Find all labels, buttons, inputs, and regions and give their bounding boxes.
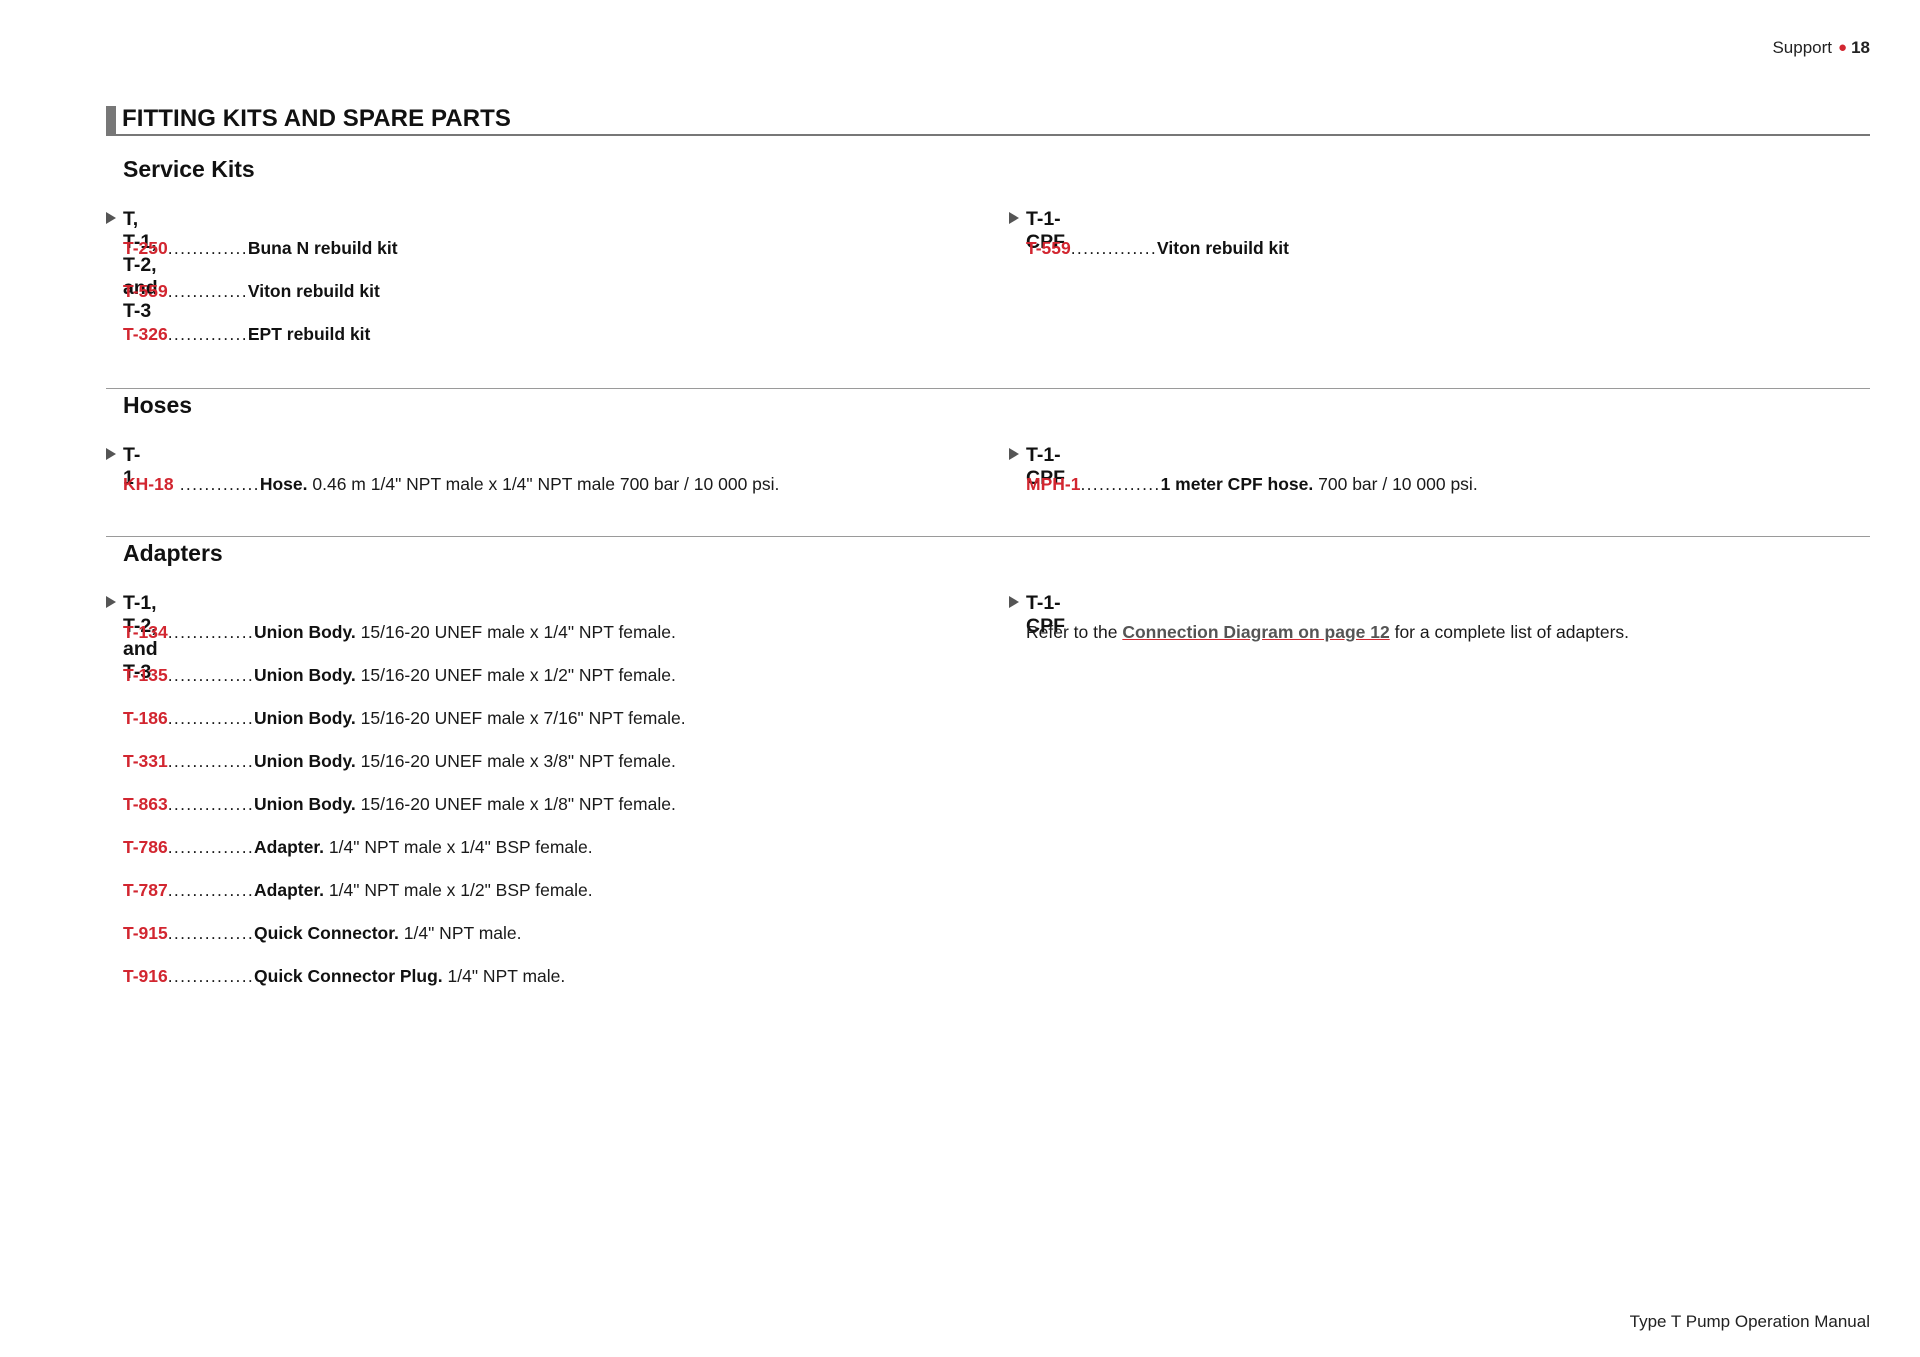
part-description: 1/4" NPT male. <box>398 923 522 943</box>
leader-dots: .............. <box>167 923 255 943</box>
part-number: MPH-1 <box>1026 474 1081 494</box>
triangle-bullet-icon <box>106 212 116 224</box>
group-heading-text: T, T-1, T-2, and T-3 <box>123 208 158 322</box>
page-title: FITTING KITS AND SPARE PARTS <box>122 105 512 132</box>
part-entry: T-863..............Union Body. 15/16-20 … <box>123 794 676 815</box>
part-number: T-186 <box>123 708 168 728</box>
part-entry: T-559.............Viton rebuild kit <box>123 281 380 302</box>
part-name: Quick Connector. <box>254 923 399 943</box>
page-heading: FITTING KITS AND SPARE PARTS <box>106 105 1870 136</box>
part-description: 700 bar / 10 000 psi. <box>1313 474 1478 494</box>
part-name: Buna N rebuild kit <box>247 238 398 258</box>
section-divider <box>106 536 1870 537</box>
leader-dots: .............. <box>167 622 255 642</box>
part-name: Viton rebuild kit <box>247 281 380 301</box>
note-suffix: for a complete list of adapters. <box>1389 622 1630 642</box>
part-entry: T-186..............Union Body. 15/16-20 … <box>123 708 686 729</box>
part-description: 0.46 m 1/4" NPT male x 1/4" NPT male 700… <box>307 474 780 494</box>
part-entry: T-134..............Union Body. 15/16-20 … <box>123 622 676 643</box>
part-name: Adapter. <box>254 880 325 900</box>
section-title-service-kits: Service Kits <box>123 156 255 182</box>
triangle-bullet-icon <box>1009 448 1019 460</box>
page-number: 18 <box>1851 38 1870 57</box>
triangle-bullet-icon <box>106 596 116 608</box>
section-title-hoses: Hoses <box>123 392 193 418</box>
triangle-bullet-icon <box>1009 212 1019 224</box>
part-entry: T-787..............Adapter. 1/4" NPT mal… <box>123 880 593 901</box>
leader-dots: .............. <box>167 837 255 857</box>
heading-bar <box>106 106 116 135</box>
part-number: T-135 <box>123 665 168 685</box>
page-footer: Type T Pump Operation Manual <box>1629 1312 1870 1331</box>
part-description: 1/4" NPT male x 1/4" BSP female. <box>324 837 593 857</box>
part-number: T-326 <box>123 324 168 344</box>
part-entry: T-559..............Viton rebuild kit <box>1026 238 1289 259</box>
part-description: 15/16-20 UNEF male x 1/2" NPT female. <box>355 665 676 685</box>
leader-dots: ............. <box>167 324 248 344</box>
part-number: T-916 <box>123 966 168 986</box>
part-number: T-787 <box>123 880 168 900</box>
page-header: Support ● 18 <box>1772 38 1870 58</box>
leader-dots: .............. <box>1070 238 1158 258</box>
part-description: 15/16-20 UNEF male x 7/16" NPT female. <box>355 708 686 728</box>
part-number: T-559 <box>123 281 168 301</box>
leader-dots: ............. <box>167 238 248 258</box>
part-entry: T-326.............EPT rebuild kit <box>123 324 370 345</box>
part-name: Union Body. <box>254 622 356 642</box>
bullet-dot-icon: ● <box>1838 39 1848 56</box>
leader-dots: .............. <box>167 880 255 900</box>
part-number: T-559 <box>1026 238 1071 258</box>
leader-dots: .............. <box>167 708 255 728</box>
connection-diagram-link[interactable]: Connection Diagram on page 12 <box>1122 622 1389 642</box>
part-name: Union Body. <box>254 794 356 814</box>
part-name: Union Body. <box>254 665 356 685</box>
part-name: EPT rebuild kit <box>247 324 371 344</box>
leader-dots: ............. <box>173 474 260 494</box>
part-number: T-863 <box>123 794 168 814</box>
part-name: 1 meter CPF hose. <box>1160 474 1314 494</box>
leader-dots: .............. <box>167 751 255 771</box>
part-name: Hose. <box>259 474 308 494</box>
part-name: Union Body. <box>254 751 356 771</box>
leader-dots: ............. <box>167 281 248 301</box>
leader-dots: ............. <box>1080 474 1161 494</box>
section-divider <box>106 388 1870 389</box>
part-number: T-915 <box>123 923 168 943</box>
part-name: Union Body. <box>254 708 356 728</box>
part-name: Viton rebuild kit <box>1157 238 1289 258</box>
part-entry: MPH-1.............1 meter CPF hose. 700 … <box>1026 474 1478 495</box>
leader-dots: .............. <box>167 794 255 814</box>
part-description: 15/16-20 UNEF male x 1/4" NPT female. <box>355 622 676 642</box>
triangle-bullet-icon <box>1009 596 1019 608</box>
part-name: Quick Connector Plug. <box>254 966 443 986</box>
part-number: T-134 <box>123 622 168 642</box>
part-number: KH-18 <box>123 474 174 494</box>
part-entry: T-915..............Quick Connector. 1/4"… <box>123 923 522 944</box>
note-prefix: Refer to the <box>1026 622 1123 642</box>
part-name: Adapter. <box>254 837 325 857</box>
leader-dots: .............. <box>167 665 255 685</box>
part-entry: T-916..............Quick Connector Plug.… <box>123 966 565 987</box>
part-entry: T-250.............Buna N rebuild kit <box>123 238 398 259</box>
part-entry: T-135..............Union Body. 15/16-20 … <box>123 665 676 686</box>
leader-dots: .............. <box>167 966 255 986</box>
part-entry: T-786..............Adapter. 1/4" NPT mal… <box>123 837 593 858</box>
triangle-bullet-icon <box>106 448 116 460</box>
part-entry: T-331..............Union Body. 15/16-20 … <box>123 751 676 772</box>
part-description: 1/4" NPT male. <box>442 966 566 986</box>
part-number: T-786 <box>123 837 168 857</box>
part-description: 1/4" NPT male x 1/2" BSP female. <box>324 880 593 900</box>
header-section: Support <box>1772 38 1833 57</box>
part-description: 15/16-20 UNEF male x 1/8" NPT female. <box>355 794 676 814</box>
section-title-adapters: Adapters <box>123 540 223 566</box>
part-description: 15/16-20 UNEF male x 3/8" NPT female. <box>355 751 676 771</box>
adapters-note: Refer to the Connection Diagram on page … <box>1026 622 1629 643</box>
part-number: T-331 <box>123 751 168 771</box>
part-number: T-250 <box>123 238 168 258</box>
part-entry: KH-18 .............Hose. 0.46 m 1/4" NPT… <box>123 474 779 495</box>
